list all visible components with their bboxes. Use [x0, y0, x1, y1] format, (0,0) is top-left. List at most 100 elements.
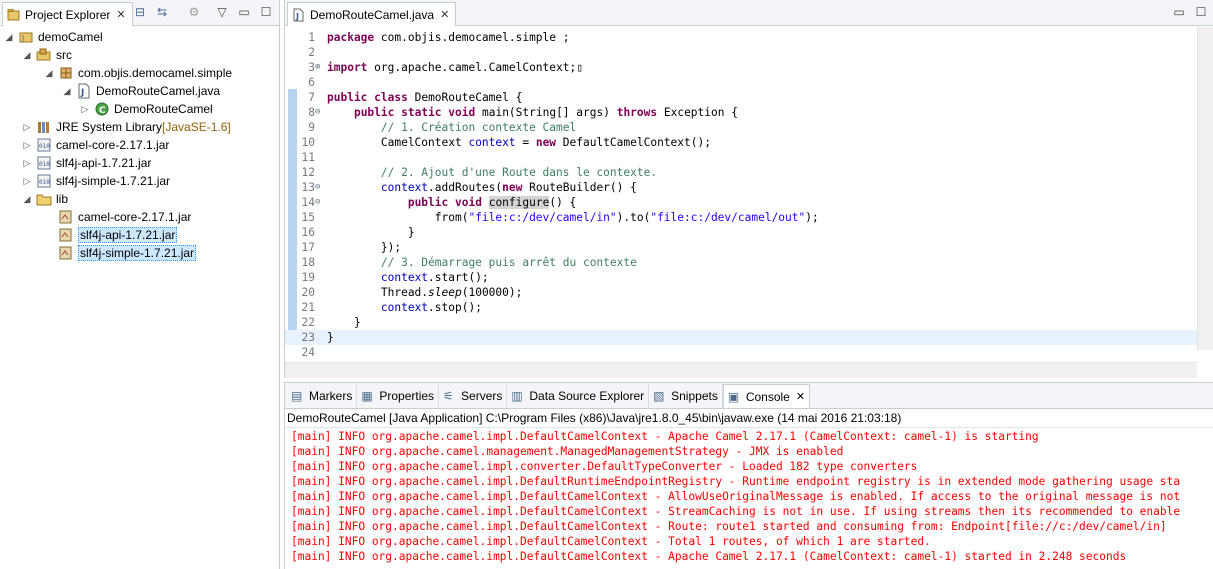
tab-snippets[interactable]: ▧ Snippets — [649, 384, 723, 408]
tree-item-jar-file-selected[interactable]: slf4j-simple-1.7.21.jar — [44, 244, 197, 262]
close-icon[interactable]: ✕ — [796, 390, 805, 403]
tree-item-project[interactable]: ◢ J demoCamel — [4, 28, 103, 46]
expand-icon[interactable]: ▷ — [22, 158, 32, 169]
tree-item-jar-file[interactable]: camel-core-2.17.1.jar — [44, 208, 191, 226]
line-number: 3 — [308, 61, 315, 74]
code-line[interactable]: 14 ⊖ public void configure() { — [285, 195, 1197, 210]
expand-icon[interactable]: ◢ — [62, 86, 72, 97]
tree-item-class[interactable]: ▷ C DemoRouteCamel — [80, 100, 213, 118]
tree-item-java-file[interactable]: ◢ J DemoRouteCamel.java — [62, 82, 220, 100]
fold-toggle-icon[interactable]: ⊖ — [315, 105, 320, 120]
tree-item-lib[interactable]: ◢ lib — [22, 190, 68, 208]
code-line[interactable]: 21 context.stop(); — [285, 300, 1197, 315]
tree-item-jar-file-selected[interactable]: slf4j-api-1.7.21.jar — [44, 226, 178, 244]
svg-text:J: J — [21, 34, 24, 43]
code-line[interactable]: 13 ⊖ context.addRoutes(new RouteBuilder()… — [285, 180, 1197, 195]
fold-toggle-icon[interactable]: ⊕ — [315, 60, 320, 75]
code-line[interactable]: 12 // 2. Ajout d'une Route dans le conte… — [285, 165, 1197, 180]
package-icon — [60, 67, 72, 79]
expand-icon[interactable]: ◢ — [22, 50, 32, 61]
tab-project-explorer[interactable]: Project Explorer ✕ — [2, 2, 133, 26]
tree-item-jar[interactable]: ▷ 010 camel-core-2.17.1.jar — [22, 136, 170, 154]
filter-icon[interactable]: ⚙ — [186, 5, 202, 20]
line-number: 2 — [308, 46, 315, 59]
line-number: 15 — [301, 211, 315, 224]
code-line[interactable]: 9 // 1. Création contexte Camel — [285, 120, 1197, 135]
minimize-icon[interactable]: ▭ — [1171, 5, 1187, 20]
code-line[interactable]: 20 Thread.sleep(100000); — [285, 285, 1197, 300]
console-output[interactable]: [main] INFO org.apache.camel.impl.Defaul… — [285, 429, 1213, 564]
code-line[interactable]: 18 // 3. Démarrage puis arrêt du context… — [285, 255, 1197, 270]
code-line[interactable]: 2 — [285, 45, 1197, 60]
svg-text:010: 010 — [39, 179, 50, 186]
close-icon[interactable]: ✕ — [116, 8, 125, 21]
view-menu-icon[interactable]: ▽ — [214, 5, 230, 20]
console-line: [main] INFO org.apache.camel.impl.Defaul… — [291, 505, 1181, 518]
svg-text:J: J — [295, 12, 299, 21]
tree-item-label: demoCamel — [38, 30, 103, 44]
close-icon[interactable]: ✕ — [440, 8, 449, 21]
tab-console[interactable]: ▣ Console ✕ — [722, 384, 811, 408]
editor-view: J DemoRouteCamel.java ✕ ▭ ☐ 1 package com… — [284, 0, 1213, 378]
tab-markers[interactable]: ▤ Markers — [287, 384, 358, 408]
code-line[interactable]: 22 } — [285, 315, 1197, 330]
code-line[interactable]: 19 context.start(); — [285, 270, 1197, 285]
expand-icon[interactable]: ▷ — [22, 176, 32, 187]
code-line[interactable]: 24 — [285, 345, 1197, 360]
tree-item-label: JRE System Library — [56, 120, 163, 134]
tree-item-package[interactable]: ◢ com.objis.democamel.simple — [44, 64, 233, 82]
console-launch-title: DemoRouteCamel [Java Application] C:\Pro… — [285, 409, 1213, 428]
expand-icon[interactable]: ▷ — [80, 104, 90, 115]
expand-icon[interactable]: ◢ — [22, 194, 32, 205]
code-editor[interactable]: 1 package com.objis.democamel.simple ; 2 3 ⊕… — [285, 27, 1197, 378]
tab-servers[interactable]: ⚟ Servers — [439, 384, 508, 408]
code-line[interactable]: 16 } — [285, 225, 1197, 240]
code-line[interactable]: 15 from("file:c:/dev/camel/in").to("file… — [285, 210, 1197, 225]
tab-demoroutecamel-java[interactable]: J DemoRouteCamel.java ✕ — [287, 2, 457, 26]
tree-item-jre[interactable]: ▷ JRE System Library [JavaSE-1.6] — [22, 118, 231, 136]
project-explorer-icon — [7, 8, 20, 20]
editor-horizontal-scrollbar[interactable] — [285, 362, 1197, 378]
expand-icon[interactable]: ▷ — [22, 140, 32, 151]
code-text: package com.objis.democamel.simple ; — [327, 31, 570, 44]
tree-item-suffix: [JavaSE-1.6] — [162, 120, 231, 134]
line-number: 12 — [301, 166, 315, 179]
code-line[interactable]: 6 — [285, 75, 1197, 90]
fold-toggle-icon[interactable]: ⊖ — [315, 180, 320, 195]
collapse-all-icon[interactable]: ⊟ — [132, 5, 148, 20]
expand-icon[interactable]: ▷ — [22, 122, 32, 133]
tree-item-label: camel-core-2.17.1.jar — [56, 138, 170, 152]
explorer-toolbar-right: ⚙ — [186, 5, 202, 20]
code-text: public void configure() { — [407, 196, 577, 209]
code-line[interactable]: 17 }); — [285, 240, 1197, 255]
code-line[interactable]: 1 package com.objis.democamel.simple ; — [285, 30, 1197, 45]
line-number: 11 — [301, 151, 315, 164]
code-line[interactable]: 3 ⊕ import org.apache.camel.CamelContext;▯ — [285, 60, 1197, 75]
editor-tab-label: DemoRouteCamel.java — [310, 7, 435, 22]
tree-item-jar[interactable]: ▷ 010 slf4j-simple-1.7.21.jar — [22, 172, 171, 190]
tab-label: Snippets — [671, 389, 718, 403]
maximize-icon[interactable]: ☐ — [258, 5, 274, 20]
tree-item-src[interactable]: ◢ src — [22, 46, 72, 64]
code-line[interactable]: 8 ⊖ public static void main(String[] args… — [285, 105, 1197, 120]
editor-vertical-scrollbar[interactable] — [1197, 27, 1213, 350]
jar-file-icon — [59, 210, 72, 224]
link-with-editor-icon[interactable]: ⇆ — [154, 5, 170, 20]
tree-item-label: DemoRouteCamel.java — [96, 84, 221, 98]
minimize-icon[interactable]: ▭ — [236, 5, 252, 20]
tab-properties[interactable]: ▦ Properties — [357, 384, 440, 408]
maximize-icon[interactable]: ☐ — [1193, 5, 1209, 20]
tree-item-label: camel-core-2.17.1.jar — [78, 210, 192, 224]
code-line[interactable]: 23} — [285, 330, 1197, 345]
code-text: CamelContext context = new DefaultCamelC… — [327, 136, 711, 149]
tab-data-source-explorer[interactable]: ▥ Data Source Explorer — [507, 384, 650, 408]
code-line[interactable]: 11 — [285, 150, 1197, 165]
expand-icon[interactable]: ◢ — [44, 68, 54, 79]
java-class-icon: C — [95, 102, 109, 116]
expand-icon[interactable]: ◢ — [4, 32, 14, 43]
fold-toggle-icon[interactable]: ⊖ — [315, 195, 320, 210]
tree-item-jar[interactable]: ▷ 010 slf4j-api-1.7.21.jar — [22, 154, 152, 172]
code-text: // 1. Création contexte Camel — [380, 121, 577, 134]
code-line[interactable]: 7 public class DemoRouteCamel { — [285, 90, 1197, 105]
code-line[interactable]: 10 CamelContext context = new DefaultCam… — [285, 135, 1197, 150]
